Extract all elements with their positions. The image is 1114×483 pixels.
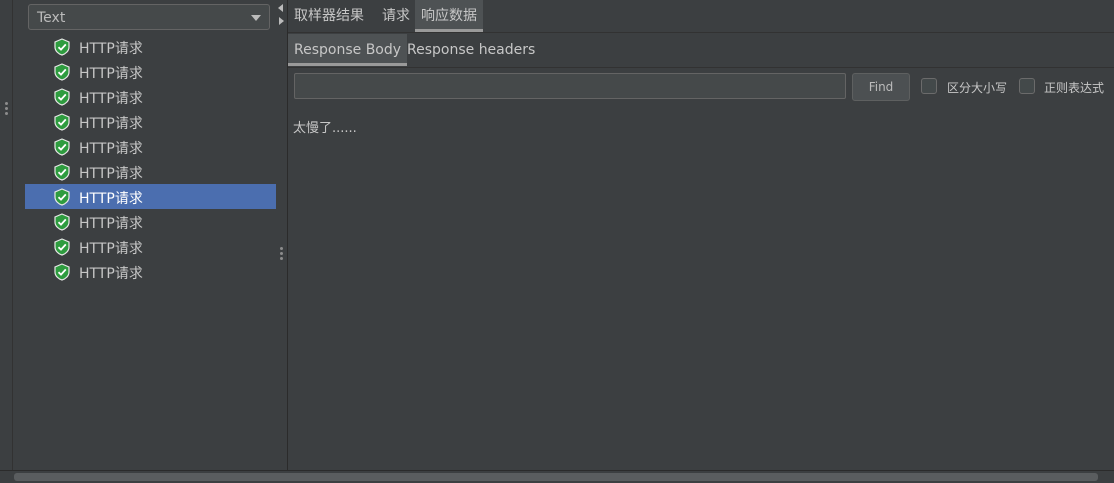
renderer-select-value: Text [37, 10, 66, 26]
success-shield-icon [54, 88, 70, 106]
regex-checkbox[interactable] [1019, 78, 1035, 94]
search-input[interactable] [294, 73, 846, 99]
tab-response-body[interactable]: Response Body [288, 34, 408, 66]
success-shield-icon [54, 63, 70, 81]
tree-item[interactable]: HTTP请求 [25, 34, 276, 59]
success-shield-icon [54, 163, 70, 181]
case-sensitive-label: 区分大小写 [947, 81, 1008, 95]
scrollbar-thumb[interactable] [14, 473, 1098, 481]
tree-item-label: HTTP请求 [79, 91, 143, 107]
success-shield-icon [54, 38, 70, 56]
tree-item[interactable]: HTTP请求 [25, 134, 276, 159]
expand-right-icon[interactable] [279, 17, 284, 25]
success-shield-icon [54, 188, 70, 206]
response-body-text: 太慢了...... [293, 121, 357, 136]
regex-label: 正则表达式 [1044, 81, 1105, 95]
tab-request[interactable]: 请求 [376, 0, 416, 32]
tree-item-label: HTTP请求 [79, 141, 143, 157]
tree-item[interactable]: HTTP请求 [25, 234, 276, 259]
tree-item-label: HTTP请求 [79, 266, 143, 282]
tree-item-label: HTTP请求 [79, 241, 143, 257]
success-shield-icon [54, 113, 70, 131]
success-shield-icon [54, 263, 70, 281]
left-drag-handle[interactable] [5, 102, 8, 117]
results-tree-panel: Text HTTP请求 HTTP请求 HTTP请求 HTTP请求 HTTP请求 … [13, 0, 277, 470]
success-shield-icon [54, 238, 70, 256]
renderer-select[interactable]: Text [28, 4, 270, 30]
horizontal-scrollbar[interactable] [0, 470, 1114, 483]
collapse-left-icon[interactable] [278, 4, 283, 12]
find-button[interactable]: Find [852, 73, 910, 101]
case-sensitive-checkbox[interactable] [921, 78, 937, 94]
result-detail-panel: 取样器结果 请求 响应数据 Response Body Response hea… [288, 0, 1114, 470]
tree-item[interactable]: HTTP请求 [25, 109, 276, 134]
tree-item-label: HTTP请求 [79, 41, 143, 57]
response-subtabs: Response Body Response headers [288, 34, 1114, 68]
tree-item-selected[interactable]: HTTP请求 [25, 184, 276, 209]
tab-response-data[interactable]: 响应数据 [415, 0, 483, 32]
tree-item-label: HTTP请求 [79, 191, 143, 207]
left-gutter [0, 0, 13, 470]
tab-response-headers[interactable]: Response headers [401, 34, 541, 66]
tree-item-label: HTTP请求 [79, 66, 143, 82]
tree-item[interactable]: HTTP请求 [25, 59, 276, 84]
success-shield-icon [54, 138, 70, 156]
tree-item-label: HTTP请求 [79, 166, 143, 182]
tree-item-label: HTTP请求 [79, 116, 143, 132]
splitter-drag-handle[interactable] [280, 247, 283, 262]
tree-item[interactable]: HTTP请求 [25, 209, 276, 234]
chevron-down-icon[interactable] [251, 15, 261, 21]
result-tree: HTTP请求 HTTP请求 HTTP请求 HTTP请求 HTTP请求 HTTP请… [25, 34, 276, 284]
tree-item[interactable]: HTTP请求 [25, 159, 276, 184]
tree-item[interactable]: HTTP请求 [25, 84, 276, 109]
success-shield-icon [54, 213, 70, 231]
tree-item[interactable]: HTTP请求 [25, 259, 276, 284]
result-tabs: 取样器结果 请求 响应数据 [288, 0, 1114, 33]
tab-sampler-result[interactable]: 取样器结果 [288, 0, 370, 32]
panel-splitter[interactable] [276, 0, 288, 470]
tree-item-label: HTTP请求 [79, 216, 143, 232]
